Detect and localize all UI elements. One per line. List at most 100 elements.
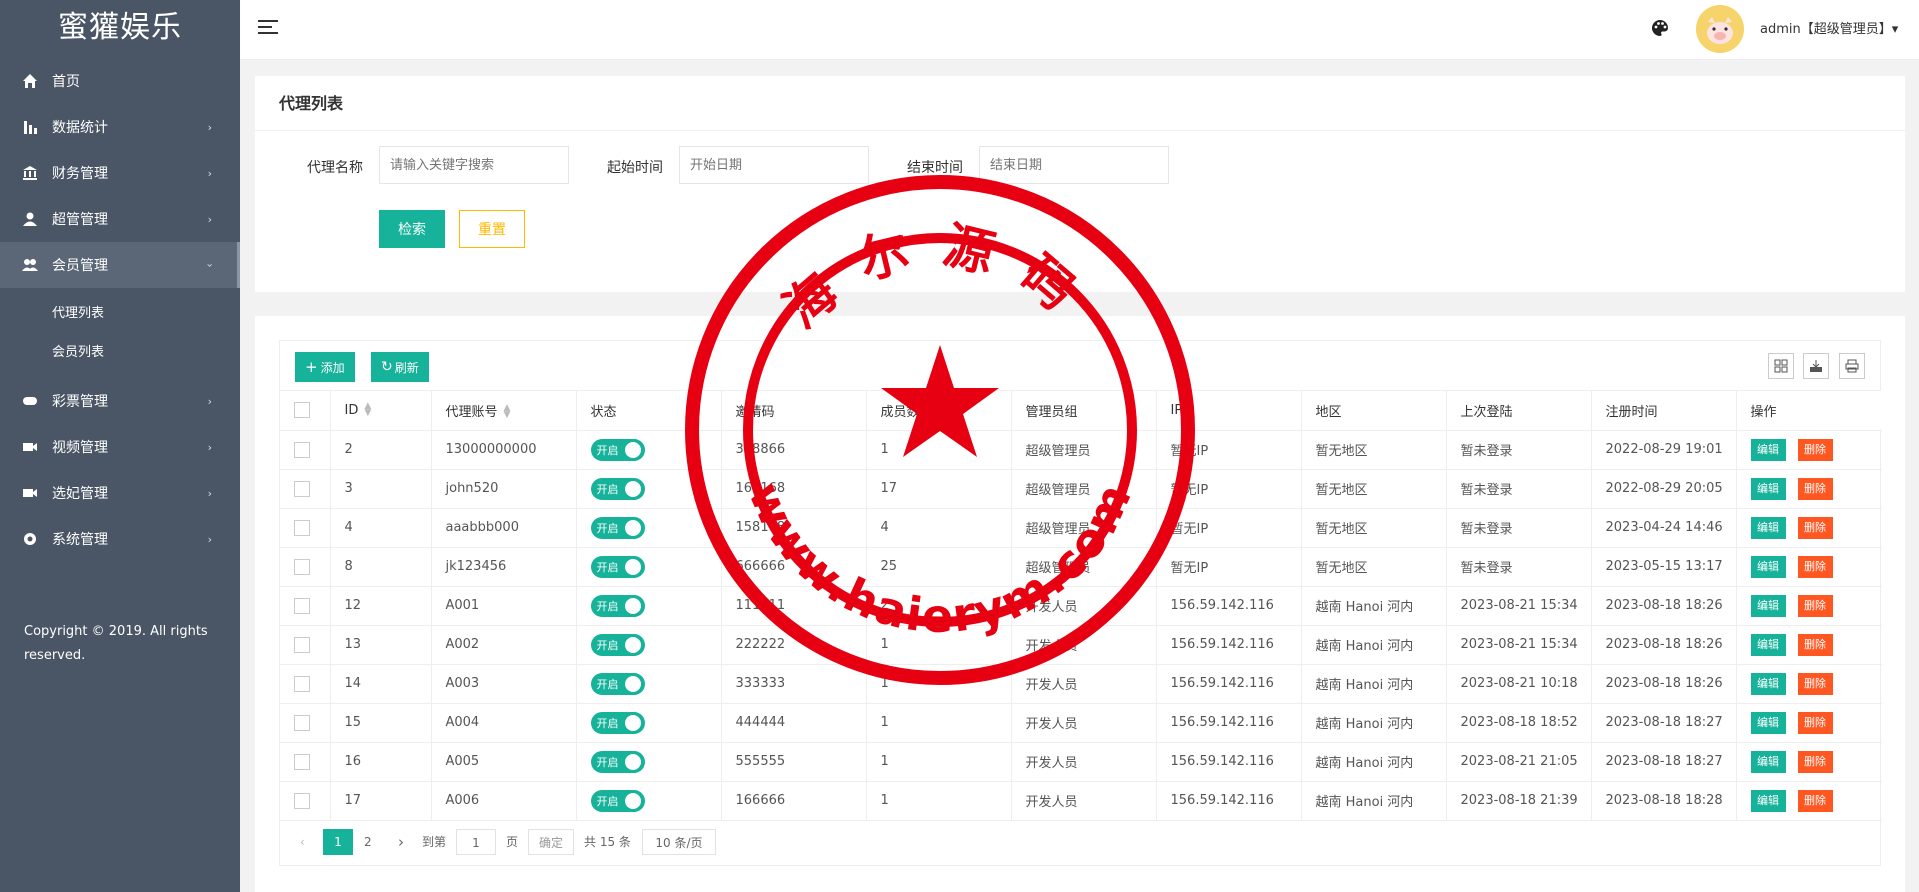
next-page-button[interactable]: ›: [398, 829, 404, 855]
sidebar-item-lottery[interactable]: 彩票管理 ›: [0, 378, 240, 424]
sidebar-item-finance[interactable]: 财务管理 ›: [0, 150, 240, 196]
row-select[interactable]: [280, 664, 331, 704]
cell-members: 1: [866, 781, 1012, 821]
print-icon[interactable]: [1839, 353, 1865, 379]
refresh-button[interactable]: ↻ 刷新: [371, 352, 429, 382]
sidebar-item-stats[interactable]: 数据统计 ›: [0, 104, 240, 150]
sidebar-item-select[interactable]: 选妃管理 ›: [0, 470, 240, 516]
cell-id: 17: [330, 781, 432, 821]
prev-page-button[interactable]: ‹: [300, 829, 305, 855]
delete-button[interactable]: 删除: [1797, 555, 1833, 578]
menu-toggle-icon[interactable]: [258, 20, 278, 36]
col-id[interactable]: ID ▲ ▼: [330, 391, 432, 431]
status-toggle[interactable]: 开启: [590, 477, 645, 500]
delete-button[interactable]: 删除: [1797, 711, 1833, 734]
per-page-select[interactable]: 10 条/页: [642, 828, 716, 855]
delete-button[interactable]: 删除: [1797, 477, 1833, 500]
goto-confirm-button[interactable]: 确定: [528, 828, 574, 855]
row-select[interactable]: [280, 781, 331, 821]
gamepad-icon: [22, 393, 38, 409]
sidebar-item-system[interactable]: 系统管理 ›: [0, 516, 240, 562]
row-select[interactable]: [280, 469, 331, 509]
cell-group: 超级管理员: [1011, 469, 1157, 509]
edit-button[interactable]: 编辑: [1750, 438, 1786, 461]
search-button[interactable]: 检索: [379, 210, 445, 248]
row-checkbox[interactable]: [294, 480, 310, 497]
status-toggle[interactable]: 开启: [590, 711, 645, 734]
sidebar-item-label: 会员管理: [52, 258, 108, 274]
edit-button[interactable]: 编辑: [1750, 633, 1786, 656]
status-toggle[interactable]: 开启: [590, 750, 645, 773]
start-date-input[interactable]: [679, 146, 869, 184]
status-toggle[interactable]: 开启: [590, 438, 645, 461]
select-all-checkbox[interactable]: [294, 402, 310, 419]
sidebar-item-home[interactable]: 首页: [0, 58, 240, 104]
user-menu[interactable]: admin【超级管理员】▾: [1760, 18, 1898, 37]
edit-button[interactable]: 编辑: [1750, 594, 1786, 617]
col-account[interactable]: 代理账号 ▲ ▼: [431, 391, 577, 431]
row-checkbox[interactable]: [294, 636, 310, 653]
status-toggle[interactable]: 开启: [590, 594, 645, 617]
row-checkbox[interactable]: [294, 597, 310, 614]
status-toggle[interactable]: 开启: [590, 633, 645, 656]
cell-last-login: 2023-08-21 10:18: [1446, 664, 1592, 704]
sidebar-item-members[interactable]: 会员管理 ›: [0, 242, 240, 288]
edit-button[interactable]: 编辑: [1750, 516, 1786, 539]
row-checkbox[interactable]: [294, 558, 310, 575]
status-toggle[interactable]: 开启: [590, 672, 645, 695]
row-select[interactable]: [280, 508, 331, 548]
delete-button[interactable]: 删除: [1797, 438, 1833, 461]
sidebar-subitem-member-list[interactable]: 会员列表: [0, 333, 240, 372]
columns-filter-icon[interactable]: [1768, 353, 1794, 379]
row-checkbox[interactable]: [294, 753, 310, 770]
cell-region: 越南 Hanoi 河内: [1301, 742, 1447, 782]
end-date-input[interactable]: [979, 146, 1169, 184]
avatar[interactable]: [1696, 5, 1744, 53]
delete-button[interactable]: 删除: [1797, 789, 1833, 812]
edit-button[interactable]: 编辑: [1750, 789, 1786, 812]
goto-page-input[interactable]: 1: [456, 828, 496, 855]
cell-invite-code: 166666: [721, 781, 867, 821]
add-button[interactable]: + 添加: [295, 352, 355, 382]
row-select[interactable]: [280, 547, 331, 587]
row-select[interactable]: [280, 586, 331, 626]
status-toggle[interactable]: 开启: [590, 516, 645, 539]
row-select[interactable]: [280, 742, 331, 782]
row-checkbox[interactable]: [294, 441, 310, 458]
delete-button[interactable]: 删除: [1797, 516, 1833, 539]
row-select[interactable]: [280, 625, 331, 665]
data-table-container: + 添加 ↻ 刷新 ID ▲ ▼ 代理账号 ▲ ▼ 状态 邀请码 成员数 管理员…: [279, 340, 1882, 866]
delete-button[interactable]: 删除: [1797, 594, 1833, 617]
edit-button[interactable]: 编辑: [1750, 555, 1786, 578]
start-time-label: 起始时间: [607, 160, 663, 176]
edit-button[interactable]: 编辑: [1750, 711, 1786, 734]
reset-button[interactable]: 重置: [459, 210, 525, 248]
delete-button[interactable]: 删除: [1797, 672, 1833, 695]
edit-button[interactable]: 编辑: [1750, 672, 1786, 695]
sort-icon[interactable]: ▲ ▼: [504, 404, 511, 420]
delete-button[interactable]: 删除: [1797, 750, 1833, 773]
sidebar-item-admin[interactable]: 超管管理 ›: [0, 196, 240, 242]
edit-button[interactable]: 编辑: [1750, 477, 1786, 500]
row-select[interactable]: [280, 430, 331, 470]
table-row: 8 jk123456 开启 666666 25 超级管理员 暂无IP 暂无地区 暂未登录 2023…: [280, 547, 1882, 587]
status-toggle[interactable]: 开启: [590, 789, 645, 812]
select-all-header[interactable]: [280, 391, 331, 431]
export-icon[interactable]: [1803, 353, 1829, 379]
edit-button[interactable]: 编辑: [1750, 750, 1786, 773]
agent-name-input[interactable]: [379, 146, 569, 184]
page-2-button[interactable]: 2: [364, 829, 372, 855]
page-1-button[interactable]: 1: [323, 828, 353, 855]
sort-icon[interactable]: ▲ ▼: [364, 402, 371, 418]
sidebar-item-video[interactable]: 视频管理 ›: [0, 424, 240, 470]
delete-button[interactable]: 删除: [1797, 633, 1833, 656]
palette-icon[interactable]: [1650, 18, 1670, 38]
pagination: ‹ 1 2 › 到第 1 页 确定 共 15 条 10 条/页: [280, 821, 1880, 865]
sidebar-subitem-agent-list[interactable]: 代理列表: [0, 294, 240, 333]
row-checkbox[interactable]: [294, 792, 310, 809]
row-select[interactable]: [280, 703, 331, 743]
status-toggle[interactable]: 开启: [590, 555, 645, 578]
row-checkbox[interactable]: [294, 714, 310, 731]
row-checkbox[interactable]: [294, 519, 310, 536]
row-checkbox[interactable]: [294, 675, 310, 692]
